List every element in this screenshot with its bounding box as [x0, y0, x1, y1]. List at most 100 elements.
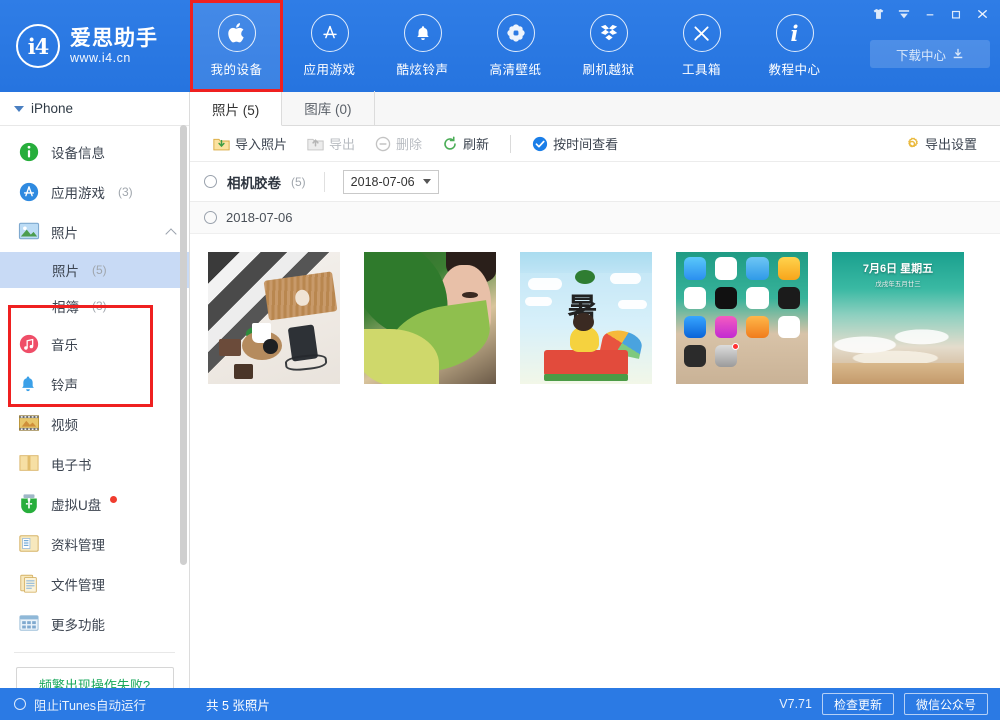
- sidebar-item-label: 电子书: [51, 454, 92, 474]
- chevron-down-icon: [14, 106, 24, 112]
- group-select-radio[interactable]: [204, 211, 217, 224]
- refresh-button[interactable]: 刷新: [433, 130, 498, 157]
- sidebar-item-data-management[interactable]: 资料管理: [0, 524, 189, 564]
- nav-item-tutorials[interactable]: i 教程中心: [748, 0, 841, 92]
- device-selector[interactable]: iPhone: [0, 92, 189, 126]
- sidebar-item-virtual-usb[interactable]: 虚拟U盘: [0, 484, 189, 524]
- main-content: 照片 (5) 图库 (0) 导入照片 导出: [190, 92, 1000, 688]
- app-window: i4 爱思助手 www.i4.cn 我的设备 应用游戏: [0, 0, 1000, 720]
- export-settings-button[interactable]: 导出设置: [895, 130, 986, 157]
- check-update-button[interactable]: 检查更新: [822, 693, 894, 715]
- maximize-icon[interactable]: [944, 3, 968, 25]
- camera-roll-name: 相机胶卷: [227, 172, 281, 192]
- wechat-label: 微信公众号: [916, 696, 976, 713]
- download-center-label: 下载中心: [896, 45, 946, 64]
- chevron-down-icon: [423, 179, 431, 184]
- nav-item-apps-games[interactable]: 应用游戏: [283, 0, 376, 92]
- box-icon: [590, 14, 628, 52]
- wechat-button[interactable]: 微信公众号: [904, 693, 988, 715]
- photo-thumbnail-ios-homescreen[interactable]: [676, 252, 808, 384]
- toolbar-right-group: 导出设置: [895, 130, 986, 157]
- skin-icon[interactable]: [866, 3, 890, 25]
- sidebar-item-label: 照片: [51, 222, 78, 242]
- delete-icon: [375, 136, 391, 152]
- sidebar-item-device-info[interactable]: 设备信息: [0, 132, 189, 172]
- minimize-icon[interactable]: [918, 3, 942, 25]
- import-photos-button[interactable]: 导入照片: [204, 130, 296, 157]
- window-controls: [866, 0, 994, 28]
- export-settings-label: 导出设置: [925, 134, 977, 153]
- menu-icon[interactable]: [892, 3, 916, 25]
- sidebar-item-label: 照片: [52, 260, 79, 280]
- appstore-circle-icon: [18, 181, 40, 203]
- group-date-label: 2018-07-06: [226, 210, 293, 225]
- download-icon: [952, 48, 964, 60]
- refresh-icon: [442, 136, 458, 152]
- photo-thumbnail-xiaoshu-illustration[interactable]: 暑: [520, 252, 652, 384]
- photo-icon: [18, 221, 40, 243]
- bell-icon: [404, 14, 442, 52]
- sidebar-item-ringtones[interactable]: 铃声: [0, 364, 189, 404]
- sidebar-item-file-management[interactable]: 文件管理: [0, 564, 189, 604]
- sidebar-item-label: 相簿: [52, 296, 79, 316]
- block-itunes-toggle[interactable]: 阻止iTunes自动运行: [0, 695, 190, 714]
- chevron-up-icon[interactable]: [165, 228, 176, 239]
- sidebar-item-label: 音乐: [51, 334, 78, 354]
- sidebar-item-label: 资料管理: [51, 534, 105, 554]
- album-filter-bar: 相机胶卷 (5) 2018-07-06: [190, 162, 1000, 202]
- sidebar-item-ebooks[interactable]: 电子书: [0, 444, 189, 484]
- sidebar-item-videos[interactable]: 视频: [0, 404, 189, 444]
- music-icon: [18, 333, 40, 355]
- nav-item-toolbox[interactable]: 工具箱: [655, 0, 748, 92]
- photos-toolbar: 导入照片 导出 删除: [190, 126, 1000, 162]
- close-icon[interactable]: [970, 3, 994, 25]
- sidebar-item-more-features[interactable]: 更多功能: [0, 604, 189, 644]
- video-icon: [18, 413, 40, 435]
- nav-item-wallpapers[interactable]: 高清壁纸: [469, 0, 562, 92]
- camera-roll-radio[interactable]: [204, 175, 217, 188]
- photo-thumbnail-woman-leaf[interactable]: [364, 252, 496, 384]
- date-select[interactable]: 2018-07-06: [343, 170, 439, 194]
- tab-label: 图库 (0): [304, 98, 351, 118]
- sidebar-divider: [14, 652, 175, 653]
- nav-label: 高清壁纸: [489, 59, 541, 78]
- sidebar-item-count: (5): [92, 263, 107, 277]
- download-center-button[interactable]: 下载中心: [870, 40, 990, 68]
- photo-subcaption: 戊戌年五月廿三: [832, 278, 964, 288]
- sidebar-scrollbar[interactable]: [180, 125, 187, 565]
- sidebar: iPhone 设备信息 应用游戏 (3): [0, 92, 190, 688]
- sidebar-item-label: 应用游戏: [51, 182, 105, 202]
- nav-item-my-device[interactable]: 我的设备: [190, 0, 283, 92]
- brand-logo-icon: i4: [16, 24, 60, 68]
- tools-icon: [683, 14, 721, 52]
- book-icon: [18, 453, 40, 475]
- status-bar: 阻止iTunes自动运行 共 5 张照片 V7.71 检查更新 微信公众号: [0, 688, 1000, 720]
- sidebar-item-photos-group[interactable]: 照片: [0, 212, 189, 252]
- import-icon: [213, 136, 230, 152]
- photo-caption: 7月6日 星期五: [832, 260, 964, 276]
- nav-item-flash-jailbreak[interactable]: 刷机越狱: [562, 0, 655, 92]
- delete-button: 删除: [366, 130, 431, 157]
- export-label: 导出: [329, 134, 355, 153]
- sidebar-item-count: (3): [118, 185, 133, 199]
- sidebar-item-photos[interactable]: 照片 (5): [0, 252, 189, 288]
- nav-item-ringtones[interactable]: 酷炫铃声: [376, 0, 469, 92]
- sidebar-item-label: 文件管理: [51, 574, 105, 594]
- photo-thumbnail-ios-lockscreen[interactable]: 7月6日 星期五 戊戌年五月廿三: [832, 252, 964, 384]
- appstore-icon: [311, 14, 349, 52]
- gear-icon: [904, 136, 920, 152]
- tab-gallery[interactable]: 图库 (0): [282, 91, 374, 125]
- export-icon: [307, 136, 324, 152]
- sidebar-item-albums[interactable]: 相簿 (3): [0, 288, 189, 324]
- tab-photos[interactable]: 照片 (5): [190, 92, 282, 126]
- photo-thumbnail-desk-flatlay[interactable]: [208, 252, 340, 384]
- sidebar-item-music[interactable]: 音乐: [0, 324, 189, 364]
- notification-badge: [110, 496, 117, 503]
- sidebar-item-label: 设备信息: [51, 142, 105, 162]
- photo-grid: 暑: [190, 234, 1000, 384]
- version-label: V7.71: [779, 697, 812, 711]
- sidebar-item-apps-games[interactable]: 应用游戏 (3): [0, 172, 189, 212]
- camera-roll-count: (5): [291, 175, 306, 189]
- view-by-time-checkbox[interactable]: 按时间查看: [523, 130, 627, 157]
- refresh-label: 刷新: [463, 134, 489, 153]
